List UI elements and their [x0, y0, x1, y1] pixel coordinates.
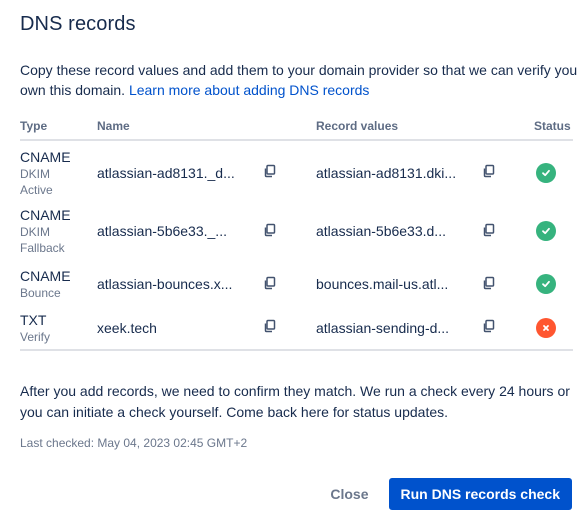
table-header-row: Type Name Record values Status [20, 114, 573, 141]
table-row: TXT Verify xeek.tech atlassian-sending-d… [20, 306, 573, 351]
value-cell: atlassian-5b6e33.d... [316, 200, 482, 262]
copy-cell [263, 306, 316, 351]
record-name: xeek.tech [97, 319, 157, 336]
cross-circle-icon [536, 317, 556, 338]
table-row: CNAME Bounce atlassian-bounces.x... boun… [20, 262, 573, 306]
copy-icon[interactable] [263, 276, 277, 290]
copy-icon[interactable] [482, 164, 496, 178]
name-cell: xeek.tech [97, 306, 263, 351]
record-value: bounces.mail-us.atl... [316, 276, 449, 292]
record-subtype-line1: DKIM [20, 166, 50, 181]
table-row: CNAME DKIM Fallback atlassian-5b6e33._..… [20, 200, 573, 262]
record-name: atlassian-5b6e33._... [97, 223, 227, 239]
header-copy-spacer [482, 114, 534, 141]
record-value: atlassian-sending-d... [316, 319, 450, 336]
record-name: atlassian-bounces.x... [97, 276, 233, 292]
dns-records-table: Type Name Record values Status CNAME DKI… [20, 114, 573, 351]
header-type: Type [20, 114, 97, 141]
header-name: Name [97, 114, 263, 141]
copy-cell [263, 200, 316, 262]
info-paragraph: After you add records, we need to confir… [20, 383, 570, 420]
record-type: TXT [20, 311, 47, 328]
name-cell: atlassian-ad8131._d... [97, 140, 263, 200]
status-cell [534, 200, 573, 262]
check-circle-icon [536, 274, 556, 294]
record-type: CNAME [20, 207, 71, 223]
record-subtype-line2: Fallback [20, 241, 65, 255]
record-subtype: Bounce [20, 286, 61, 300]
record-type: CNAME [20, 148, 71, 165]
header-copy-spacer [263, 114, 316, 141]
check-circle-icon [536, 162, 556, 183]
status-cell [534, 140, 573, 200]
copy-icon[interactable] [482, 319, 496, 333]
header-record-values: Record values [316, 114, 482, 141]
record-subtype-line2: Active [20, 182, 53, 197]
record-name: atlassian-ad8131._d... [97, 164, 235, 181]
record-value: atlassian-ad8131.dki... [316, 164, 457, 181]
copy-icon[interactable] [263, 223, 277, 237]
close-button[interactable]: Close [320, 478, 378, 510]
record-subtype-line1: DKIM [20, 225, 50, 239]
record-type: CNAME [20, 268, 71, 284]
dns-records-dialog: DNS records Copy these record values and… [0, 0, 586, 528]
copy-icon[interactable] [263, 319, 277, 333]
record-subtype: Verify [20, 329, 51, 344]
value-cell: atlassian-sending-d... [316, 306, 482, 351]
copy-cell [263, 140, 316, 200]
copy-cell [482, 262, 534, 306]
copy-icon[interactable] [263, 164, 277, 178]
check-circle-icon [536, 221, 556, 241]
record-value: atlassian-5b6e33.d... [316, 223, 446, 239]
header-status: Status [534, 114, 573, 141]
intro-paragraph: Copy these record values and add them to… [20, 60, 580, 100]
dialog-footer: Close Run DNS records check [320, 478, 572, 510]
copy-icon[interactable] [482, 276, 496, 290]
status-cell [534, 306, 573, 351]
type-cell: CNAME DKIM Fallback [20, 200, 97, 262]
type-cell: CNAME DKIM Active [20, 140, 97, 200]
type-cell: CNAME Bounce [20, 262, 97, 306]
value-cell: atlassian-ad8131.dki... [316, 140, 482, 200]
learn-more-link[interactable]: Learn more about adding DNS records [129, 82, 369, 98]
status-cell [534, 262, 573, 306]
table-row: CNAME DKIM Active atlassian-ad8131._d...… [20, 140, 573, 200]
last-checked-timestamp: Last checked: May 04, 2023 02:45 GMT+2 [20, 436, 248, 450]
run-dns-check-button[interactable]: Run DNS records check [388, 478, 572, 510]
type-cell: TXT Verify [20, 306, 97, 351]
value-cell: bounces.mail-us.atl... [316, 262, 482, 306]
name-cell: atlassian-5b6e33._... [97, 200, 263, 262]
copy-cell [482, 140, 534, 200]
copy-icon[interactable] [482, 223, 496, 237]
copy-cell [482, 200, 534, 262]
copy-cell [482, 306, 534, 351]
name-cell: atlassian-bounces.x... [97, 262, 263, 306]
dialog-title: DNS records [20, 13, 136, 35]
copy-cell [263, 262, 316, 306]
